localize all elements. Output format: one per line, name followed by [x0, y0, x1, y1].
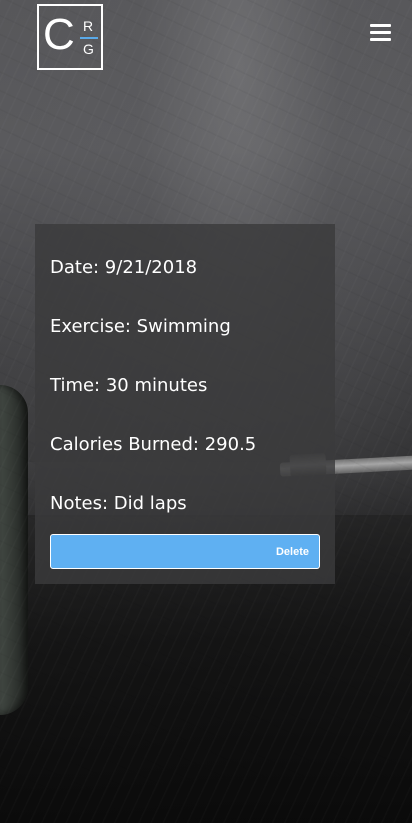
- menu-bar-top: [370, 24, 391, 27]
- exercise-entry-card: Date: 9/21/2018 Exercise: Swimming Time:…: [35, 224, 335, 584]
- logo-letter-r: R: [83, 18, 94, 34]
- logo-divider: [80, 37, 98, 39]
- entry-date: Date: 9/21/2018: [50, 257, 198, 278]
- brand-logo[interactable]: C R G: [37, 4, 103, 70]
- menu-bar-bottom: [370, 38, 391, 41]
- entry-notes: Notes: Did laps: [50, 493, 187, 514]
- entry-exercise: Exercise: Swimming: [50, 316, 231, 337]
- hamburger-menu-icon[interactable]: [370, 24, 391, 42]
- entry-time: Time: 30 minutes: [50, 375, 208, 396]
- app-screen: C R G Date: 9/21/2018 Exercise: Swimming…: [0, 0, 412, 823]
- menu-bar-middle: [370, 31, 391, 34]
- logo-letter-g: G: [83, 41, 94, 57]
- entry-calories: Calories Burned: 290.5: [50, 434, 257, 455]
- logo-letter-c: C: [43, 10, 75, 59]
- delete-button[interactable]: Delete: [50, 534, 320, 569]
- background-weight-plate: [0, 385, 28, 715]
